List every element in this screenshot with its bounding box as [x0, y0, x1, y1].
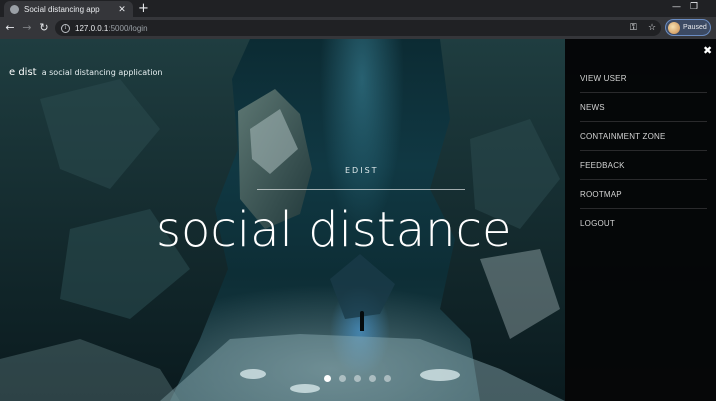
- restore-icon[interactable]: ❐: [690, 1, 698, 14]
- menu-list: VIEW USER NEWS CONTAINMENT ZONE FEEDBACK…: [580, 64, 707, 238]
- tab-close-icon[interactable]: ✕: [117, 5, 127, 15]
- tab-strip: Social distancing app ✕ + — ❐: [0, 0, 716, 18]
- address-bar[interactable]: i 127.0.0.1:5000/login ⚿ ☆: [55, 20, 661, 36]
- menu-item-rootmap[interactable]: ROOTMAP: [580, 180, 707, 209]
- bookmark-star-icon[interactable]: ☆: [648, 20, 656, 36]
- snow-drift: [420, 369, 460, 381]
- browser-tab[interactable]: Social distancing app ✕: [4, 1, 133, 18]
- url-host: 127.0.0.1: [75, 23, 109, 33]
- page-viewport: e dist a social distancing application E…: [0, 39, 716, 401]
- close-icon[interactable]: ✖: [703, 44, 712, 57]
- menu-item-containment-zone[interactable]: CONTAINMENT ZONE: [580, 122, 707, 151]
- site-info-icon[interactable]: i: [61, 23, 70, 33]
- hiker-silhouette: [360, 311, 364, 331]
- brand-tagline: a social distancing application: [41, 68, 163, 77]
- reload-icon[interactable]: ↻: [37, 21, 51, 35]
- menu-item-view-user[interactable]: VIEW USER: [580, 64, 707, 93]
- hero-title: social distance: [156, 202, 512, 258]
- carousel-dot[interactable]: [369, 375, 376, 382]
- globe-favicon-icon: [10, 5, 19, 14]
- hero-eyebrow: EDIST: [345, 166, 379, 175]
- carousel-dot[interactable]: [324, 375, 331, 382]
- minimize-icon[interactable]: —: [672, 1, 681, 14]
- snow-drift: [290, 384, 320, 393]
- carousel-dots: [324, 375, 391, 382]
- menu-item-feedback[interactable]: FEEDBACK: [580, 151, 707, 180]
- menu-item-news[interactable]: NEWS: [580, 93, 707, 122]
- back-arrow-icon[interactable]: ←: [3, 21, 17, 35]
- menu-item-logout[interactable]: LOGOUT: [580, 209, 707, 238]
- site-brand[interactable]: e dist a social distancing application: [9, 60, 163, 79]
- new-tab-button[interactable]: +: [138, 1, 149, 16]
- title-divider: [257, 189, 465, 190]
- browser-toolbar: ← → ↻ i 127.0.0.1:5000/login ⚿ ☆ Paused: [0, 17, 716, 39]
- tab-title: Social distancing app: [24, 5, 100, 14]
- carousel-dot[interactable]: [384, 375, 391, 382]
- password-key-icon[interactable]: ⚿: [630, 20, 637, 36]
- profile-button[interactable]: Paused: [665, 19, 711, 36]
- carousel-dot[interactable]: [354, 375, 361, 382]
- forward-arrow-icon[interactable]: →: [20, 21, 34, 35]
- snow-drift: [240, 369, 266, 379]
- side-menu: ✖ VIEW USER NEWS CONTAINMENT ZONE FEEDBA…: [565, 39, 716, 401]
- carousel-dot[interactable]: [339, 375, 346, 382]
- avatar: [668, 21, 680, 34]
- url-path: :5000/login: [108, 23, 148, 33]
- profile-status: Paused: [683, 24, 707, 31]
- brand-name: e dist: [9, 67, 37, 78]
